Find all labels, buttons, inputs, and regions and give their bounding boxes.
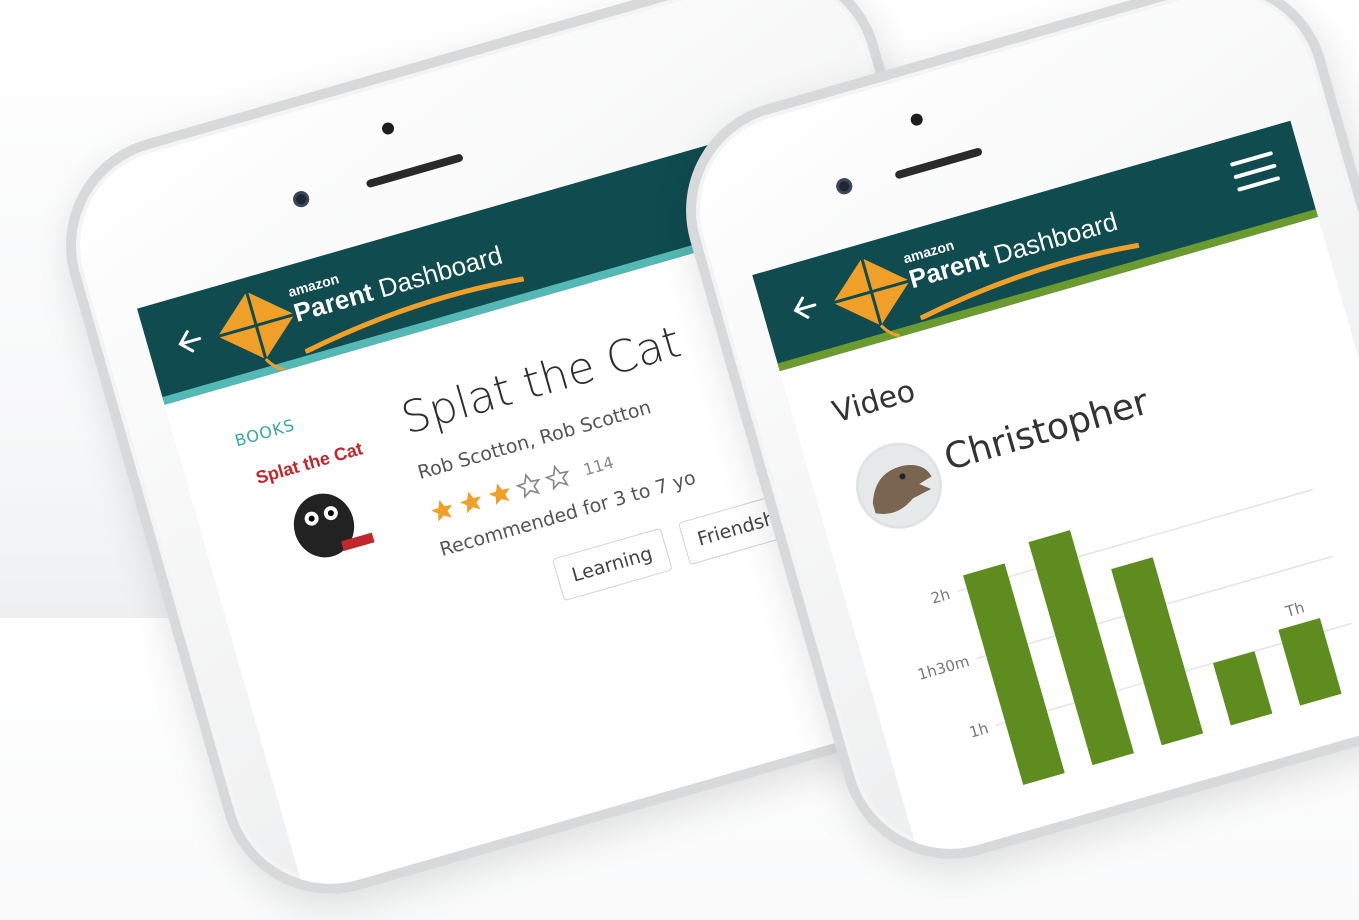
sensor-dot [380, 121, 396, 136]
camera-icon [834, 176, 855, 197]
star-filled-icon [431, 499, 453, 522]
y-tick-label: 2h [929, 585, 952, 608]
speaker-grille [365, 153, 464, 189]
screen-time-chart: 2h1h30m1hTh [916, 488, 1352, 786]
book-cover-image[interactable]: Splat the Cat [244, 432, 396, 591]
back-arrow-icon[interactable] [168, 322, 208, 362]
hamburger-menu-icon[interactable] [1229, 150, 1282, 196]
star-empty-icon [515, 473, 541, 499]
sensor-dot [909, 112, 925, 128]
star-filled-icon [488, 483, 510, 506]
section-label: BOOKS [232, 415, 298, 451]
bar[interactable] [1111, 557, 1204, 746]
tag-learning[interactable]: Learning [552, 527, 673, 602]
child-name: Christopher [939, 381, 1154, 480]
y-tick-label: 1h [967, 719, 990, 742]
section-label: Video [828, 373, 920, 431]
screen-right: amazon Parent Dashboard Video Christophe… [752, 120, 1359, 872]
y-tick-label: 1h30m [916, 652, 972, 684]
back-arrow-icon[interactable] [784, 288, 824, 328]
book-title: Splat the Cat [395, 316, 687, 445]
child-avatar[interactable] [845, 432, 953, 539]
rating-count: 114 [581, 452, 616, 479]
bar[interactable] [1278, 618, 1342, 706]
star-empty-icon [544, 464, 570, 491]
speaker-grille [894, 147, 983, 180]
star-filled-icon [460, 491, 481, 514]
bar[interactable] [1213, 651, 1273, 726]
camera-icon [291, 189, 312, 210]
